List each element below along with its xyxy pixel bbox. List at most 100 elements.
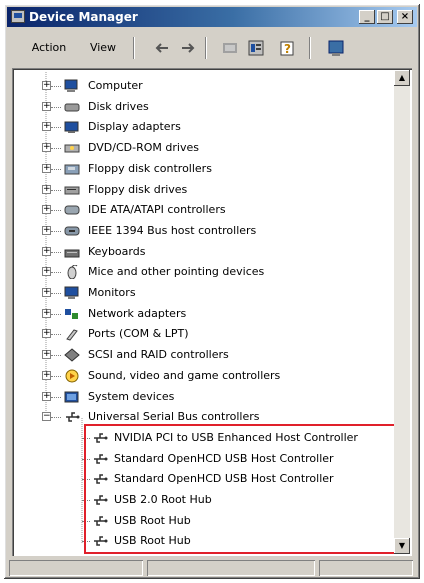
tree-category-label: System devices [88, 389, 175, 403]
tree-connector [51, 334, 61, 336]
tree-connector [51, 230, 61, 232]
tree-category-label: Monitors [88, 286, 136, 299]
toolbar-separator [205, 37, 207, 59]
expand-toggle-icon[interactable]: + [42, 329, 51, 339]
expand-toggle-icon[interactable]: + [42, 143, 51, 153]
device-manager-app-icon [11, 10, 25, 23]
computer-icon [64, 79, 78, 92]
tree-category-label: IEEE 1394 Bus host controllers [88, 223, 257, 237]
tree-connector [51, 86, 61, 87]
tree-category-label: Floppy disk drives [88, 182, 188, 196]
tree-category-row[interactable]: + Keyboards [12, 242, 382, 262]
device-tree[interactable]: + Computer + Disk drives + Display adapters + D… [12, 68, 412, 556]
expand-toggle-icon[interactable]: + [42, 122, 51, 132]
expand-toggle-icon[interactable]: + [42, 101, 51, 111]
expand-toggle-icon[interactable]: + [42, 246, 51, 256]
tree-category-row[interactable]: + Sound, video and game controllers [12, 366, 382, 386]
expand-toggle-icon[interactable]: + [42, 288, 51, 297]
toolbar-separator [133, 37, 135, 59]
expand-toggle-icon[interactable]: + [42, 184, 51, 194]
help-icon[interactable]: ? [279, 39, 297, 57]
tree-category-label: IDE ATA/ATAPI controllers [88, 203, 226, 217]
expand-toggle-icon[interactable]: + [42, 163, 51, 173]
expand-toggle-icon[interactable]: + [42, 391, 51, 401]
display-adapter-icon [64, 121, 79, 134]
tree-category-label: Ports (COM & LPT) [88, 327, 189, 341]
tree-category-label: Sound, video and game controllers [88, 368, 281, 382]
tree-connector [51, 355, 61, 357]
expand-toggle-icon[interactable]: + [42, 267, 51, 277]
tree-category-label: Network adapters [88, 306, 187, 320]
usb-icon [66, 412, 80, 422]
tree-category-label: Display adapters [88, 120, 181, 134]
tree-connector [51, 375, 61, 377]
floppy-controller-icon [64, 164, 80, 175]
tree-category-row[interactable]: + IEEE 1394 Bus host controllers [12, 221, 382, 241]
tree-category-label: Floppy disk controllers [88, 161, 212, 175]
maximize-button[interactable]: □ [377, 10, 393, 24]
expand-toggle-icon[interactable]: + [42, 205, 51, 215]
network-adapter-icon [65, 308, 78, 319]
tree-category-row[interactable]: + Disk drives [12, 97, 382, 117]
expand-toggle-icon[interactable]: + [42, 350, 51, 360]
title-bar[interactable]: Device Manager _ □ × [7, 7, 417, 27]
tree-category-label: Mice and other pointing devices [88, 265, 265, 279]
back-arrow-icon[interactable] [153, 39, 171, 57]
tree-category-row[interactable]: + Monitors [12, 283, 382, 303]
tree-category-row[interactable]: + DVD/CD-ROM drives [12, 138, 382, 158]
view-menu[interactable]: View [85, 37, 121, 59]
vertical-scrollbar[interactable]: ▲ ▼ [394, 70, 410, 554]
tree-category-row[interactable]: + Network adapters [12, 304, 382, 324]
scroll-down-button[interactable]: ▼ [394, 538, 410, 554]
tree-category-row[interactable]: + Floppy disk controllers [12, 159, 382, 179]
tree-connector [51, 210, 61, 212]
window-title: Device Manager [29, 10, 138, 24]
tree-connector [51, 251, 61, 253]
status-bar [7, 560, 417, 576]
tree-connector [51, 168, 61, 170]
expand-toggle-icon[interactable]: + [42, 370, 51, 380]
ide-controller-icon [64, 205, 80, 215]
tree-category-row[interactable]: + Ports (COM & LPT) [12, 324, 382, 344]
computer-view-icon[interactable] [221, 39, 239, 57]
toolbar: Action View ? [7, 31, 417, 63]
tree-category-label: DVD/CD-ROM drives [88, 141, 199, 155]
tree-category-row[interactable]: + Mice and other pointing devices [12, 262, 382, 282]
tree-category-label: Disk drives [88, 99, 149, 113]
tree-connector [51, 293, 61, 294]
close-button[interactable]: × [397, 10, 413, 24]
collapse-toggle-icon[interactable]: − [42, 412, 51, 422]
tree-connector [51, 127, 61, 129]
tree-category-row[interactable]: + IDE ATA/ATAPI controllers [12, 200, 382, 220]
scroll-up-button[interactable]: ▲ [394, 70, 410, 86]
expand-toggle-icon[interactable]: + [42, 308, 51, 318]
usb-controllers-highlight-box [84, 424, 404, 554]
tree-connector [51, 148, 61, 150]
tree-category-row[interactable]: + SCSI and RAID controllers [12, 345, 382, 365]
sound-icon [65, 369, 79, 383]
ieee1394-icon [64, 226, 80, 236]
forward-arrow-icon[interactable] [179, 39, 197, 57]
action-menu[interactable]: Action [27, 37, 71, 59]
mouse-icon [67, 265, 78, 280]
monitor-icon [64, 286, 79, 299]
svg-text:?: ? [284, 42, 291, 56]
cdrom-icon [64, 144, 80, 153]
tree-category-label: SCSI and RAID controllers [88, 348, 229, 362]
tree-category-row[interactable]: + System devices [12, 387, 382, 407]
floppy-drive-icon [64, 186, 80, 194]
tree-connector [51, 106, 61, 108]
scan-hardware-icon[interactable] [327, 39, 345, 57]
keyboard-icon [64, 249, 80, 258]
disk-drive-icon [64, 103, 80, 112]
tree-category-row[interactable]: + Display adapters [12, 117, 382, 137]
tree-category-row[interactable]: + Computer [12, 76, 382, 96]
expand-toggle-icon[interactable]: + [42, 81, 51, 90]
status-panel-2 [147, 560, 315, 576]
expand-toggle-icon[interactable]: + [42, 225, 51, 235]
tree-category-row[interactable]: + Floppy disk drives [12, 180, 382, 200]
tree-connector [51, 189, 61, 191]
scsi-icon [64, 348, 80, 362]
properties-icon[interactable] [247, 39, 265, 57]
minimize-button[interactable]: _ [359, 10, 375, 24]
